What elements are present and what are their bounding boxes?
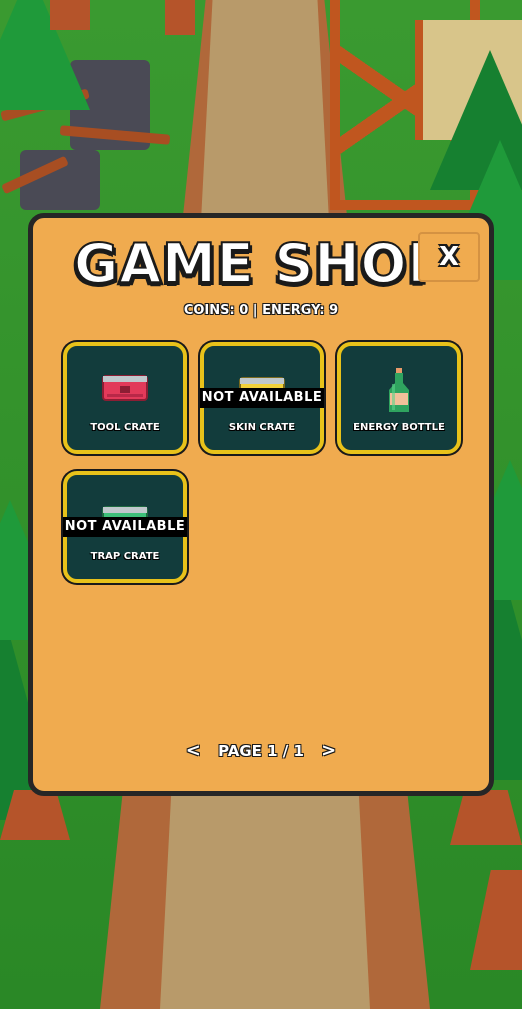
item-label: ENERGY BOTTLE xyxy=(353,422,445,433)
tree-trunk xyxy=(165,0,195,35)
coins-energy-stats: COINS: 0 | ENERGY: 9 xyxy=(183,303,339,318)
tree-trunk xyxy=(50,0,90,30)
tool-crate-icon xyxy=(67,370,183,410)
item-label: SKIN CRATE xyxy=(228,422,296,433)
prev-page-button[interactable]: < xyxy=(186,740,201,761)
energy-bottle-icon xyxy=(341,366,457,414)
pagination: < PAGE 1 / 1 > xyxy=(33,740,489,761)
not-available-banner: NOT AVAILABLE xyxy=(200,388,324,408)
shop-item-energy-bottle[interactable]: ENERGY BOTTLE xyxy=(337,342,461,454)
shop-panel: GAME SHOP X COINS: 0 | ENERGY: 9 TOOL CR… xyxy=(28,213,494,796)
next-page-button[interactable]: > xyxy=(321,740,336,761)
shop-item-trap-crate[interactable]: NOT AVAILABLE TRAP CRATE xyxy=(63,471,187,583)
page-indicator: PAGE 1 / 1 xyxy=(218,742,304,760)
item-label: TRAP CRATE xyxy=(90,551,160,562)
not-available-banner: NOT AVAILABLE xyxy=(63,517,187,537)
shop-item-tool-crate[interactable]: TOOL CRATE xyxy=(63,342,187,454)
close-button[interactable]: X xyxy=(418,232,480,282)
item-label: TOOL CRATE xyxy=(90,422,160,433)
shop-item-skin-crate[interactable]: NOT AVAILABLE SKIN CRATE xyxy=(200,342,324,454)
